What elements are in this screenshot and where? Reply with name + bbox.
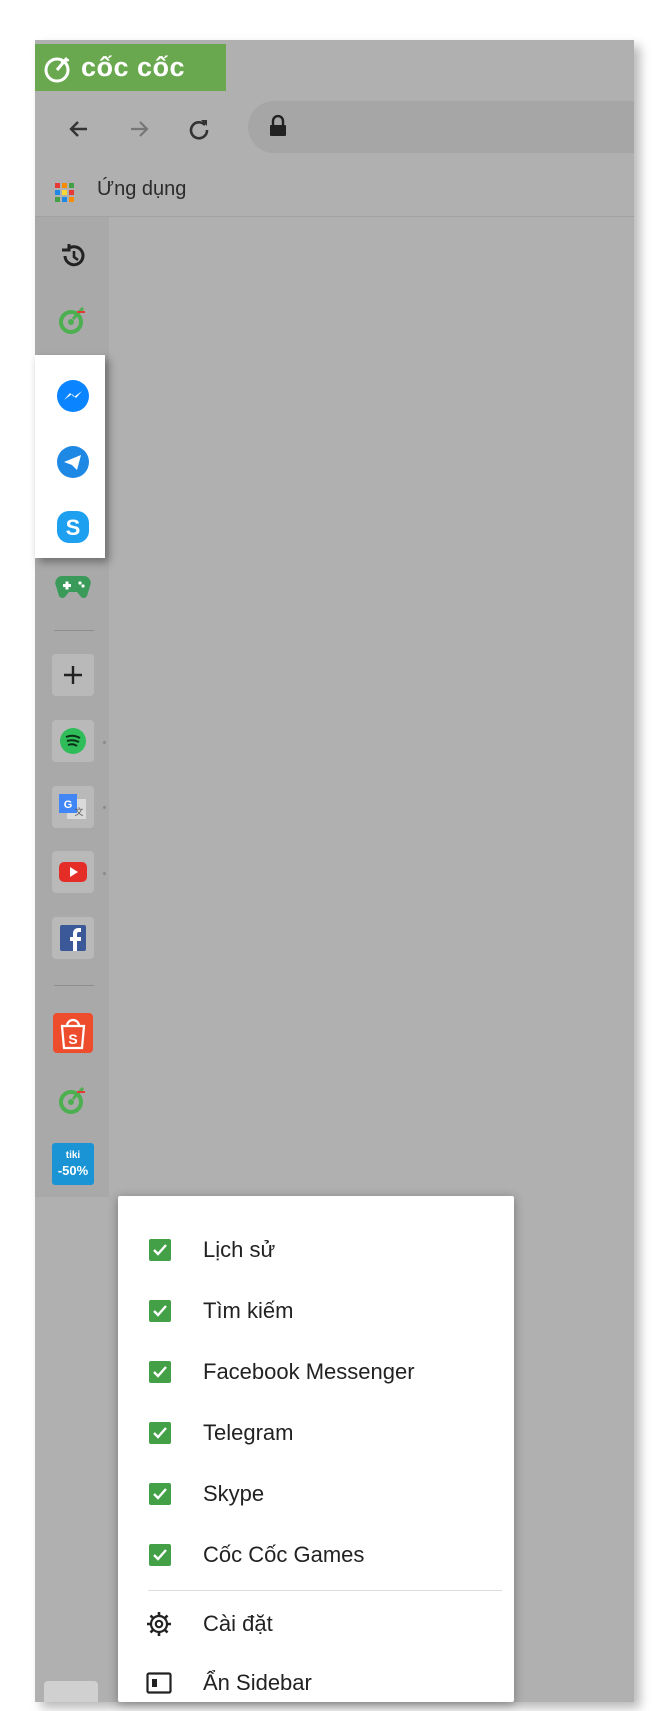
check-icon	[153, 1244, 167, 1256]
history-icon	[62, 244, 85, 267]
tiki-label-bottom: -50%	[57, 1163, 89, 1178]
sidebar-add-button[interactable]	[52, 654, 94, 696]
messenger-icon	[57, 380, 89, 412]
check-icon	[153, 1366, 167, 1378]
checkbox-checked[interactable]	[149, 1483, 171, 1505]
games-icon	[55, 575, 91, 598]
apps-grid-icon	[55, 183, 74, 202]
plus-icon	[64, 666, 82, 684]
svg-text:G: G	[64, 799, 73, 811]
forward-button[interactable]	[119, 109, 159, 149]
skype-icon: S	[57, 511, 89, 543]
menu-item-history[interactable]: Lịch sử	[118, 1222, 514, 1278]
sidebar-toggle-button[interactable]	[44, 1681, 98, 1702]
sidebar-games[interactable]	[50, 564, 96, 610]
menu-item-search[interactable]: Tìm kiếm	[118, 1283, 514, 1339]
menu-item-skype[interactable]: Skype	[118, 1466, 514, 1522]
checkbox-checked[interactable]	[149, 1422, 171, 1444]
arrow-left-icon	[69, 121, 87, 137]
check-icon	[153, 1549, 167, 1561]
checkbox-checked[interactable]	[149, 1361, 171, 1383]
hide-sidebar-label: Ẩn Sidebar	[203, 1670, 312, 1695]
sidebar-shopee[interactable]: S	[50, 1010, 96, 1056]
translate-indicator	[103, 806, 106, 809]
checkbox-checked[interactable]	[149, 1300, 171, 1322]
svg-text:文: 文	[74, 806, 83, 817]
sidebar-youtube[interactable]	[52, 851, 94, 893]
apps-bookmark[interactable]: Ứng dụng	[55, 178, 235, 206]
menu-item-telegram[interactable]: Telegram	[118, 1405, 514, 1461]
menu-item-label: Telegram	[203, 1420, 294, 1445]
sidebar-divider	[54, 630, 94, 631]
sidebar-facebook[interactable]	[52, 917, 94, 959]
menu-item-label: Tìm kiếm	[203, 1298, 294, 1323]
google-translate-icon: G 文	[59, 794, 86, 819]
checkbox-checked[interactable]	[149, 1544, 171, 1566]
check-icon	[153, 1305, 167, 1317]
youtube-indicator	[103, 872, 106, 875]
sidebar-panel-icon	[146, 1672, 172, 1694]
svg-text:S: S	[68, 1031, 77, 1047]
bookmarks-bar: Ứng dụng	[35, 168, 634, 217]
coccoc-logo-icon	[44, 56, 70, 82]
reload-button[interactable]	[179, 109, 219, 149]
apps-label: Ứng dụng	[97, 178, 187, 200]
brand-name: cốc cốc	[81, 52, 186, 82]
sidebar-context-menu: Lịch sử Tìm kiếm Facebook Messenger Tele…	[118, 1196, 514, 1702]
tiki-icon: tiki -50%	[52, 1143, 94, 1185]
sidebar-search[interactable]	[50, 296, 96, 342]
gear-icon	[147, 1612, 171, 1636]
arrow-right-icon	[131, 121, 149, 137]
telegram-icon	[57, 446, 89, 478]
menu-item-settings[interactable]: Cài đặt	[118, 1596, 514, 1652]
menu-item-label: Facebook Messenger	[203, 1359, 415, 1384]
menu-item-games[interactable]: Cốc Cốc Games	[118, 1527, 514, 1583]
coccoc-tab[interactable]: cốc cốc	[35, 44, 226, 91]
tiki-label-top: tiki	[65, 1150, 81, 1161]
checkbox-checked[interactable]	[149, 1239, 171, 1261]
address-bar[interactable]	[248, 101, 634, 153]
menu-item-messenger[interactable]: Facebook Messenger	[118, 1344, 514, 1400]
check-icon	[153, 1427, 167, 1439]
menu-divider	[148, 1590, 502, 1591]
sidebar-translate[interactable]: G 文	[52, 786, 94, 828]
sidebar-coccoc[interactable]	[50, 1076, 96, 1122]
youtube-icon	[59, 862, 87, 882]
sidebar-skype[interactable]: S	[50, 504, 96, 550]
reload-icon	[189, 120, 209, 140]
lock-icon	[270, 115, 286, 136]
shopee-icon: S	[53, 1013, 93, 1053]
menu-item-label: Lịch sử	[203, 1237, 276, 1262]
menu-item-hide-sidebar[interactable]: Ẩn Sidebar	[118, 1655, 514, 1711]
check-icon	[153, 1488, 167, 1500]
sidebar-tiki[interactable]: tiki -50%	[50, 1141, 96, 1187]
spotify-icon	[60, 728, 86, 754]
sidebar-messenger[interactable]	[50, 373, 96, 419]
coccoc-search-icon	[59, 306, 85, 334]
sidebar-spotify[interactable]	[52, 720, 94, 762]
facebook-icon	[60, 925, 86, 951]
settings-label: Cài đặt	[203, 1611, 273, 1636]
coccoc-icon	[59, 1086, 85, 1114]
back-button[interactable]	[59, 109, 99, 149]
sidebar-divider	[54, 985, 94, 986]
sidebar-telegram[interactable]	[50, 439, 96, 485]
menu-item-label: Cốc Cốc Games	[203, 1542, 365, 1567]
sidebar-history[interactable]	[50, 233, 96, 279]
menu-item-label: Skype	[203, 1481, 265, 1506]
svg-text:S: S	[66, 515, 81, 540]
spotify-indicator	[103, 741, 106, 744]
